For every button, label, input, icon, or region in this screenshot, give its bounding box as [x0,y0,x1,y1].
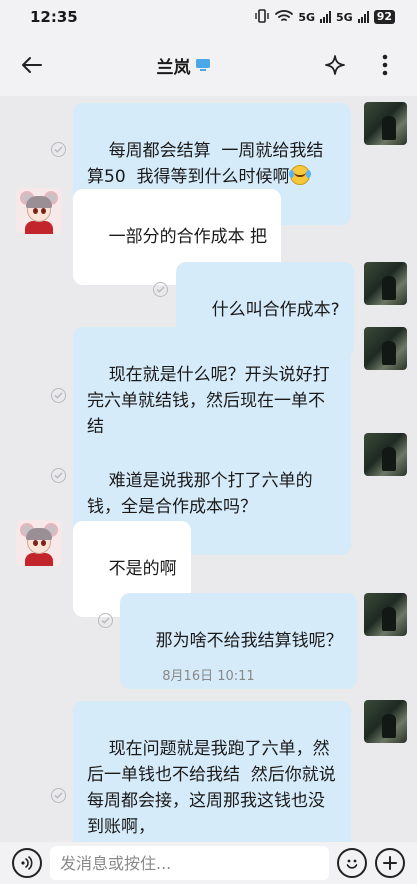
chat-title: 兰岚 [156,57,191,78]
chat-title-group[interactable]: 兰岚 [157,53,211,78]
chat-header: 兰岚 [0,34,417,96]
message-text: 什么叫合作成本? [211,300,340,320]
read-status-icon [51,142,66,157]
network-5g-label-2: 5G [336,10,353,24]
read-status-icon [153,282,168,297]
message-text: 难道是说我那个打了六单的钱，全是合作成本吗？ [87,471,313,517]
chat-area[interactable]: 每周都会结算 一周就给我结算50 我得等到什么时候啊 一部分的合作成本 把 什么… [0,96,417,875]
voice-button[interactable] [12,848,42,878]
plus-icon [383,856,397,870]
message-timestamp: 8月16日 10:11 [162,669,255,684]
computer-online-icon [195,59,210,71]
sparkle-icon [325,55,345,75]
emoji-button[interactable] [337,848,367,878]
back-button[interactable] [16,49,48,81]
my-avatar[interactable] [364,262,407,305]
my-avatar[interactable] [364,593,407,636]
add-button[interactable] [375,848,405,878]
read-status-icon [51,788,66,803]
header-actions [319,49,401,81]
signal-icon-2 [357,11,369,23]
message-text: 每周都会结算 一周就给我结算50 我得等到什么时候啊 [87,141,324,187]
network-5g-label-1: 5G [298,10,315,24]
wifi-icon [275,9,294,26]
message-input-bar [0,842,417,884]
message-text: 现在就是什么呢？开头说好打完六单就结钱，然后现在一单不结 [87,365,330,437]
status-bar: 12:35 5G 5G 92 [0,0,417,34]
status-icons: 5G 5G 92 [254,8,395,26]
my-avatar[interactable] [364,102,407,145]
message-text: 那为啥不给我结算钱呢？ [155,631,343,651]
read-status-icon [98,613,113,628]
status-time: 12:35 [30,8,78,26]
battery-indicator: 92 [373,10,395,24]
read-status-icon [51,388,66,403]
contact-avatar[interactable] [16,520,62,566]
contact-avatar[interactable] [16,188,62,234]
more-options-button[interactable] [369,49,401,81]
crying-laughing-emoji [289,164,312,186]
sparkle-button[interactable] [319,49,351,81]
read-status-icon [51,468,66,483]
message-input[interactable] [50,846,329,880]
smiley-icon [346,859,358,869]
message-text: 现在问题就是我跑了六单，然后一单钱也不给我结 然后你就说每周都会接，这周那我这钱… [87,739,336,837]
message-text: 一部分的合作成本 把 [108,227,268,247]
back-arrow-icon [22,57,42,73]
my-avatar[interactable] [364,433,407,476]
signal-icon-1 [320,11,331,23]
my-avatar[interactable] [364,700,407,743]
my-avatar[interactable] [364,327,407,370]
message-text: 不是的啊 [108,559,177,579]
voice-icon [21,856,33,870]
more-vertical-icon [382,54,388,76]
vibrate-icon [254,8,270,26]
